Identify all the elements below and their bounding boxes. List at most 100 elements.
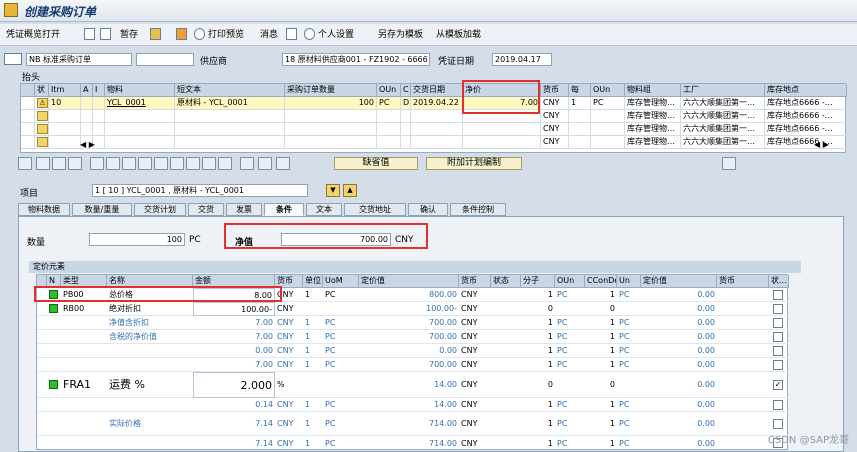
table-cell[interactable] [591, 136, 625, 149]
table-cell[interactable]: 1 [569, 97, 591, 110]
table-cell[interactable] [81, 97, 93, 110]
table-cell[interactable] [401, 110, 411, 123]
item-tool-icon[interactable] [258, 157, 272, 170]
item-tool-icon[interactable] [202, 157, 216, 170]
table-cell[interactable]: 库存管理物… [625, 136, 681, 149]
table-cell[interactable] [377, 123, 401, 136]
table-cell[interactable]: CNY [541, 97, 569, 110]
table-cell[interactable] [81, 110, 93, 123]
table-cell[interactable] [463, 136, 541, 149]
header-tree-toggle[interactable]: 抬头 [22, 70, 40, 83]
table-cell[interactable]: 六六大顺集团第一… [681, 97, 765, 110]
table-cell[interactable] [175, 110, 285, 123]
tab-2[interactable]: 交货计划 [134, 203, 186, 216]
table-cell[interactable] [463, 110, 541, 123]
pricing-cell[interactable]: 0.14 [193, 398, 275, 412]
table-cell[interactable] [569, 110, 591, 123]
condition-checkbox[interactable] [773, 304, 783, 314]
table-cell[interactable]: PC [591, 97, 625, 110]
new-doc-icon[interactable] [84, 28, 95, 40]
table-cell[interactable]: 7.00 [463, 97, 541, 110]
doc-overview-button[interactable]: 凭证概览打开 [6, 28, 60, 42]
item-tool-icon[interactable] [90, 157, 104, 170]
table-cell[interactable] [105, 136, 175, 149]
hold-button[interactable]: 暂存 [120, 28, 138, 42]
other-doc-icon[interactable] [100, 28, 111, 40]
default-values-button[interactable]: 缺省值 [334, 157, 418, 170]
item-tool-icon[interactable] [276, 157, 290, 170]
condition-checkbox[interactable]: ✓ [773, 380, 783, 390]
table-cell[interactable] [401, 123, 411, 136]
table-cell[interactable] [285, 136, 377, 149]
scroll-right-icon[interactable]: ◀ ▶ [814, 140, 829, 149]
table-cell[interactable] [411, 110, 463, 123]
condition-checkbox[interactable] [773, 332, 783, 342]
tab-8[interactable]: 确认 [408, 203, 448, 216]
personal-settings-button[interactable]: 个人设置 [318, 28, 354, 42]
tab-7[interactable]: 交货地址 [344, 203, 406, 216]
table-cell[interactable] [463, 123, 541, 136]
doc-date-field[interactable]: 2019.04.17 [492, 53, 552, 66]
table-cell[interactable] [81, 123, 93, 136]
print-preview-icon[interactable] [194, 28, 205, 40]
table-cell[interactable]: CNY [541, 110, 569, 123]
pricing-cell[interactable]: 7.14 [193, 412, 275, 436]
scroll-left-icon[interactable]: ◀ ▶ [80, 140, 95, 149]
table-cell[interactable]: YCL_0001 [105, 97, 175, 110]
table-cell[interactable]: 库存地点6666 -… [765, 123, 847, 136]
pricing-cell[interactable]: 7.00 [193, 330, 275, 344]
tab-3[interactable]: 交货 [188, 203, 224, 216]
tab-5[interactable]: 条件 [264, 203, 304, 216]
condition-checkbox[interactable] [773, 290, 783, 300]
table-cell[interactable] [49, 136, 81, 149]
doc-icon[interactable] [286, 28, 297, 40]
doc-type-select[interactable]: NB 标准采购订单 [26, 53, 132, 66]
pricing-cell[interactable]: 100.00- [193, 302, 275, 316]
item-tool-icon[interactable] [106, 157, 120, 170]
tab-0[interactable]: 物料数据 [18, 203, 70, 216]
pricing-cell[interactable]: 7.00 [193, 358, 275, 372]
tab-6[interactable]: 文本 [306, 203, 342, 216]
pricing-cell[interactable]: 2.000 [193, 372, 275, 398]
vendor-field[interactable]: 18 原材料供应商001 - FZ1902 - 6666 [282, 53, 430, 66]
table-cell[interactable] [411, 136, 463, 149]
print-preview-button[interactable]: 打印预览 [208, 28, 244, 42]
condition-checkbox[interactable] [773, 346, 783, 356]
table-cell[interactable] [93, 123, 105, 136]
table-cell[interactable]: CNY [541, 123, 569, 136]
table-cell[interactable]: 库存管理物… [625, 123, 681, 136]
item-tool-icon[interactable] [122, 157, 136, 170]
condition-checkbox[interactable] [773, 360, 783, 370]
item-select[interactable]: 1 [ 10 ] YCL_0001 , 原材料 - YCL_0001 [92, 184, 308, 197]
table-cell[interactable]: 六六大顺集团第一… [681, 123, 765, 136]
table-cell[interactable] [285, 110, 377, 123]
table-cell[interactable] [93, 97, 105, 110]
table-cell[interactable]: 库存管理物… [625, 110, 681, 123]
personal-icon[interactable] [176, 28, 187, 40]
table-cell[interactable] [591, 123, 625, 136]
check-icon[interactable] [150, 28, 161, 40]
table-cell[interactable] [175, 123, 285, 136]
messages-button[interactable]: 消息 [260, 28, 278, 42]
item-tool-icon[interactable] [170, 157, 184, 170]
item-tool-icon[interactable] [36, 157, 50, 170]
table-cell[interactable] [401, 136, 411, 149]
table-cell[interactable] [377, 110, 401, 123]
table-cell[interactable]: D [401, 97, 411, 110]
table-cell[interactable]: 库存地点6666 -… [765, 110, 847, 123]
item-tool-icon[interactable] [186, 157, 200, 170]
table-cell[interactable] [49, 123, 81, 136]
save-as-template-button[interactable]: 另存为模板 [378, 28, 423, 42]
user-settings-icon[interactable] [304, 28, 315, 40]
item-tool-icon[interactable] [138, 157, 152, 170]
addl-planning-button[interactable]: 附加计划编制 [426, 157, 522, 170]
table-cell[interactable] [49, 110, 81, 123]
item-prev-icon[interactable]: ▼ [326, 184, 340, 197]
item-next-icon[interactable]: ▲ [343, 184, 357, 197]
table-cell[interactable]: 库存地点6666 -… [765, 136, 847, 149]
table-cell[interactable]: 10 [49, 97, 81, 110]
table-cell[interactable]: 2019.04.22 [411, 97, 463, 110]
table-cell[interactable] [105, 123, 175, 136]
table-cell[interactable]: 库存管理物… [625, 97, 681, 110]
item-tool-icon[interactable] [68, 157, 82, 170]
